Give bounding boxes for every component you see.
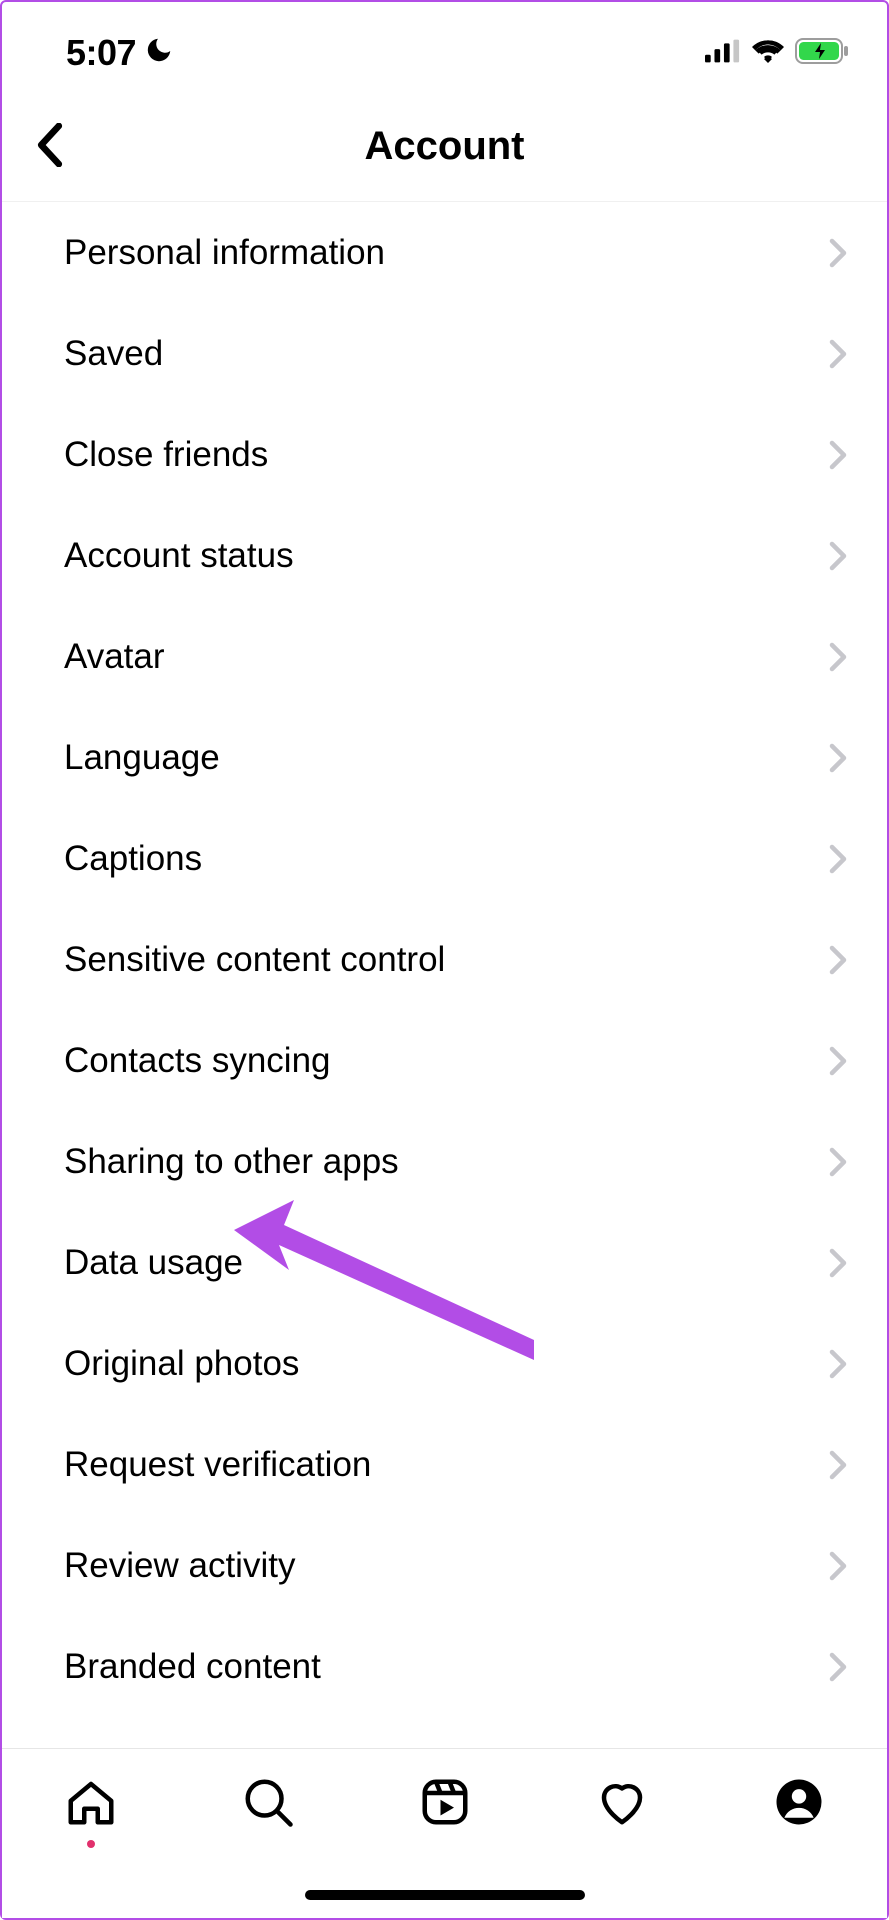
- chevron-left-icon: [35, 123, 65, 170]
- settings-item-label: Close friends: [64, 435, 268, 475]
- status-time: 5:07: [66, 32, 136, 74]
- settings-item-branded-content[interactable]: Branded content: [2, 1616, 887, 1717]
- chevron-right-icon: [829, 1551, 847, 1581]
- settings-item-personal-information[interactable]: Personal information: [2, 202, 887, 303]
- search-icon: [241, 1775, 295, 1832]
- settings-item-data-usage[interactable]: Data usage: [2, 1212, 887, 1313]
- back-button[interactable]: [20, 117, 80, 177]
- settings-item-saved[interactable]: Saved: [2, 303, 887, 404]
- profile-icon: [772, 1775, 826, 1832]
- moon-icon: [144, 32, 174, 74]
- chevron-right-icon: [829, 1349, 847, 1379]
- settings-item-label: Account status: [64, 536, 294, 576]
- settings-item-label: Captions: [64, 839, 202, 879]
- notification-dot: [87, 1840, 95, 1848]
- settings-item-label: Review activity: [64, 1546, 295, 1586]
- status-bar: 5:07: [2, 2, 887, 92]
- battery-charging-icon: [795, 38, 851, 69]
- settings-item-label: Sharing to other apps: [64, 1142, 399, 1182]
- chevron-right-icon: [829, 1147, 847, 1177]
- chevron-right-icon: [829, 1652, 847, 1682]
- home-indicator[interactable]: [305, 1890, 585, 1900]
- settings-item-label: Request verification: [64, 1445, 371, 1485]
- settings-item-label: Personal information: [64, 233, 385, 273]
- tab-reels[interactable]: [413, 1775, 477, 1832]
- chevron-right-icon: [829, 1046, 847, 1076]
- settings-item-review-activity[interactable]: Review activity: [2, 1515, 887, 1616]
- tab-search[interactable]: [236, 1775, 300, 1832]
- settings-item-account-status[interactable]: Account status: [2, 505, 887, 606]
- chevron-right-icon: [829, 945, 847, 975]
- settings-item-sharing-to-other-apps[interactable]: Sharing to other apps: [2, 1111, 887, 1212]
- chevron-right-icon: [829, 541, 847, 571]
- settings-item-language[interactable]: Language: [2, 707, 887, 808]
- chevron-right-icon: [829, 844, 847, 874]
- settings-item-sensitive-content-control[interactable]: Sensitive content control: [2, 909, 887, 1010]
- status-right: [705, 38, 851, 69]
- reels-icon: [418, 1775, 472, 1832]
- status-left: 5:07: [66, 32, 174, 74]
- nav-header: Account: [2, 92, 887, 202]
- settings-item-contacts-syncing[interactable]: Contacts syncing: [2, 1010, 887, 1111]
- settings-list: Personal information Saved Close friends…: [2, 202, 887, 1717]
- settings-item-close-friends[interactable]: Close friends: [2, 404, 887, 505]
- settings-item-label: Data usage: [64, 1243, 243, 1283]
- chevron-right-icon: [829, 642, 847, 672]
- tab-activity[interactable]: [590, 1775, 654, 1832]
- chevron-right-icon: [829, 440, 847, 470]
- settings-item-label: Language: [64, 738, 220, 778]
- chevron-right-icon: [829, 1450, 847, 1480]
- settings-item-label: Branded content: [64, 1647, 321, 1687]
- settings-item-label: Avatar: [64, 637, 165, 677]
- page-title: Account: [2, 124, 887, 169]
- tab-home[interactable]: [59, 1775, 123, 1848]
- chevron-right-icon: [829, 743, 847, 773]
- settings-item-label: Contacts syncing: [64, 1041, 331, 1081]
- tab-profile[interactable]: [767, 1775, 831, 1832]
- settings-item-request-verification[interactable]: Request verification: [2, 1414, 887, 1515]
- cellular-signal-icon: [705, 39, 741, 68]
- settings-item-captions[interactable]: Captions: [2, 808, 887, 909]
- chevron-right-icon: [829, 339, 847, 369]
- wifi-icon: [751, 39, 785, 68]
- chevron-right-icon: [829, 1248, 847, 1278]
- settings-item-original-photos[interactable]: Original photos: [2, 1313, 887, 1414]
- heart-icon: [595, 1775, 649, 1832]
- settings-item-label: Original photos: [64, 1344, 299, 1384]
- settings-item-label: Saved: [64, 334, 163, 374]
- chevron-right-icon: [829, 238, 847, 268]
- settings-item-label: Sensitive content control: [64, 940, 445, 980]
- settings-item-avatar[interactable]: Avatar: [2, 606, 887, 707]
- home-icon: [64, 1775, 118, 1832]
